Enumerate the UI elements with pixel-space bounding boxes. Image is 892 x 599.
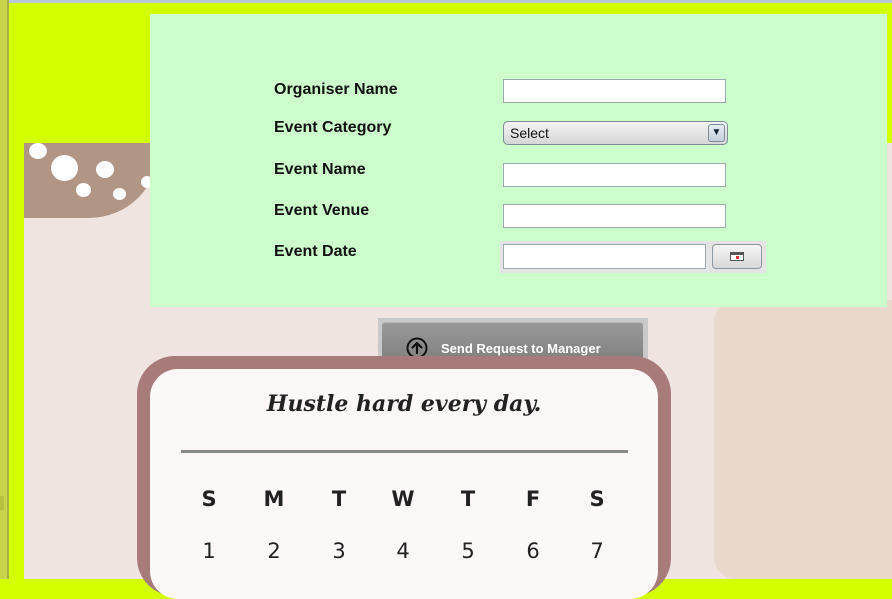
weekday-thursday: T [460,487,476,511]
window-top-edge [0,0,892,3]
event-date-picker [500,241,766,273]
weekday-saturday: S [589,487,605,511]
calendar-day: 2 [267,539,281,563]
calendar-widget: Hustle hard every day. S M T W T F S 1 2… [137,356,671,599]
weekday-monday: M [263,487,285,511]
weekday-tuesday: T [331,487,347,511]
event-venue-input[interactable] [503,204,726,228]
organiser-name-input[interactable] [503,79,726,103]
event-date-input[interactable] [503,244,706,269]
calendar-card: Hustle hard every day. S M T W T F S 1 2… [150,369,658,599]
weekday-friday: F [525,487,541,511]
calendar-day: 3 [332,539,346,563]
event-date-label: Event Date [274,243,357,260]
left-window-edge-line [7,0,9,579]
event-form-panel: Organiser Name Event Category Select ▼ E… [150,14,887,307]
weekday-sunday: S [201,487,217,511]
calendar-day: 6 [526,539,540,563]
mushroom-dot [51,155,78,181]
mushroom-dot [96,161,114,178]
calendar-day: 1 [202,539,216,563]
event-venue-label: Event Venue [274,202,370,219]
mushroom-dot [29,143,47,159]
right-decor-card [714,300,892,579]
mushroom-dot [76,183,91,197]
event-category-select[interactable]: Select ▼ [503,121,728,145]
event-category-label: Event Category [274,119,392,136]
weekday-wednesday: W [391,487,415,511]
edge-marker [0,496,4,510]
calendar-icon-mark [736,256,739,259]
date-picker-button[interactable] [712,244,762,269]
calendar-icon [730,252,744,261]
calendar-day: 4 [396,539,410,563]
event-category-selected-value: Select [510,125,549,141]
calendar-day: 7 [590,539,604,563]
calendar-divider [181,450,628,453]
event-name-input[interactable] [503,163,726,187]
event-name-label: Event Name [274,161,366,178]
chevron-down-icon[interactable]: ▼ [708,124,725,142]
calendar-motto: Hustle hard every day. [266,391,542,417]
mushroom-dot [113,188,126,200]
calendar-day: 5 [461,539,475,563]
organiser-name-label: Organiser Name [274,81,398,98]
send-request-label: Send Request to Manager [441,341,601,356]
